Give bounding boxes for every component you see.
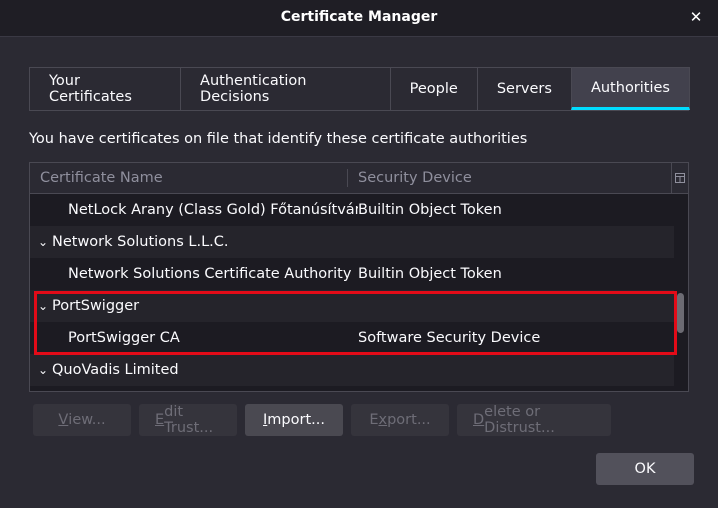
security-device: Builtin Object Token bbox=[358, 202, 502, 218]
group-name: Network Solutions L.L.C. bbox=[52, 234, 229, 250]
table-row[interactable]: NetLock Arany (Class Gold) Főtanúsítvány… bbox=[30, 194, 674, 226]
window-title: Certificate Manager bbox=[280, 9, 438, 25]
group-name: QuoVadis Limited bbox=[52, 362, 179, 378]
chevron-down-icon[interactable]: ⌄ bbox=[38, 299, 52, 313]
tab-people[interactable]: People bbox=[389, 67, 478, 110]
security-device: Software Security Device bbox=[358, 330, 541, 346]
table-row-group[interactable]: ⌄ QuoVadis Limited bbox=[30, 354, 674, 386]
column-header-certificate-name[interactable]: Certificate Name bbox=[30, 170, 347, 186]
ok-button[interactable]: OK bbox=[596, 453, 694, 485]
description-text: You have certificates on file that ident… bbox=[29, 131, 528, 147]
chevron-down-icon[interactable]: ⌄ bbox=[38, 235, 52, 249]
table-row[interactable]: PortSwigger CA Software Security Device bbox=[30, 322, 674, 354]
chevron-down-icon[interactable]: ⌄ bbox=[38, 363, 52, 377]
group-name: PortSwigger bbox=[52, 298, 140, 314]
tab-authentication-decisions[interactable]: Authentication Decisions bbox=[180, 67, 391, 110]
cert-name: Network Solutions Certificate Authority bbox=[68, 266, 352, 282]
export-button[interactable]: Ex port... bbox=[351, 404, 449, 436]
scrollbar-thumb[interactable] bbox=[677, 293, 684, 333]
close-icon[interactable]: ✕ bbox=[686, 7, 706, 27]
certificate-tree[interactable]: Certificate Name Security Device NetLock… bbox=[29, 162, 689, 392]
import-button[interactable]: Import... bbox=[245, 404, 343, 436]
tab-bar: Your Certificates Authentication Decisio… bbox=[29, 67, 690, 111]
tab-servers[interactable]: Servers bbox=[476, 67, 572, 110]
table-header: Certificate Name Security Device bbox=[30, 163, 688, 194]
edit-trust-button[interactable]: Edit Trust... bbox=[139, 404, 237, 436]
table-row-group[interactable]: ⌄ Network Solutions L.L.C. bbox=[30, 226, 674, 258]
action-buttons: View... Edit Trust... Import... Ex port..… bbox=[33, 404, 611, 436]
tab-authorities[interactable]: Authorities bbox=[570, 67, 690, 110]
table-row[interactable]: Network Solutions Certificate Authority … bbox=[30, 258, 674, 290]
security-device: Builtin Object Token bbox=[358, 266, 502, 282]
column-header-security-device[interactable]: Security Device bbox=[348, 170, 688, 186]
view-button[interactable]: View... bbox=[33, 404, 131, 436]
title-bar: Certificate Manager ✕ bbox=[0, 0, 718, 37]
delete-or-distrust-button[interactable]: Delete or Distrust... bbox=[457, 404, 611, 436]
table-row-group[interactable]: ⌄ PortSwigger bbox=[30, 290, 674, 322]
tab-your-certificates[interactable]: Your Certificates bbox=[29, 67, 182, 110]
cert-name: NetLock Arany (Class Gold) Főtanúsítvány bbox=[68, 202, 358, 218]
column-picker-icon[interactable] bbox=[671, 163, 688, 193]
vertical-scrollbar[interactable] bbox=[674, 194, 688, 391]
cert-name: PortSwigger CA bbox=[68, 330, 180, 346]
